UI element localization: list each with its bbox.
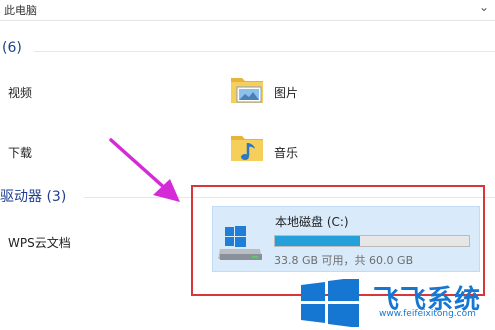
address-path[interactable]: 此电脑 — [4, 2, 37, 18]
drives-group-header[interactable]: 驱动器 (3) — [0, 186, 66, 206]
music-folder-icon[interactable] — [230, 130, 264, 162]
folder-item-pictures[interactable]: 图片 — [274, 84, 298, 101]
windows-drive-icon — [218, 226, 262, 260]
group-divider — [34, 51, 495, 52]
folders-group-label: (6) — [2, 40, 22, 56]
watermark: 飞飞系统 www.feifeixitong.com — [297, 277, 495, 330]
annotation-arrow — [109, 138, 180, 202]
watermark-url: www.feifeixitong.com — [379, 309, 476, 319]
drive-name: 本地磁盘 (C:) — [275, 215, 349, 229]
folders-group-header[interactable]: (6) — [2, 40, 22, 56]
drive-free-space: 33.8 GB 可用，共 60.0 GB — [274, 254, 414, 267]
windows-logo-icon — [301, 279, 359, 327]
folder-item-downloads[interactable]: 下载 — [8, 144, 32, 161]
wps-cloud-docs-item[interactable]: WPS云文档 — [8, 234, 71, 251]
chevron-down-icon[interactable]: ⌄ — [479, 0, 489, 14]
folder-item-videos[interactable]: 视频 — [8, 84, 32, 101]
drives-group-label: 驱动器 (3) — [0, 189, 67, 205]
address-bar[interactable]: 此电脑 ⌄ — [0, 0, 495, 21]
pictures-folder-icon[interactable] — [230, 72, 264, 104]
folder-item-music[interactable]: 音乐 — [274, 144, 298, 161]
capacity-bar — [274, 235, 470, 247]
capacity-fill — [275, 236, 360, 246]
